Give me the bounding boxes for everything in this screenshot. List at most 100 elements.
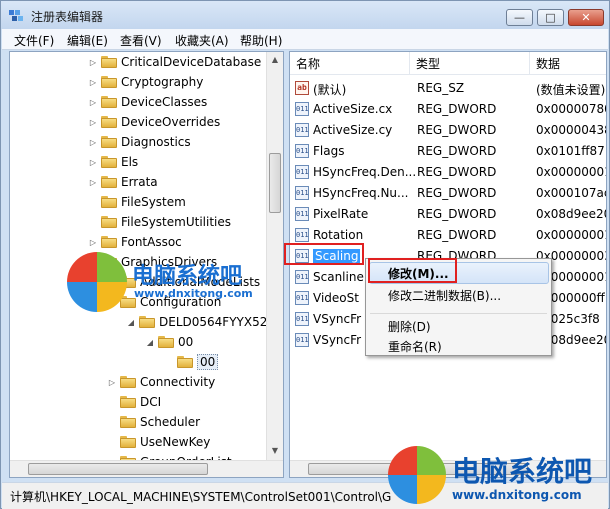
value-row[interactable]: 011 HSyncFreq.Nu... REG_DWORD 0x000107ac xyxy=(290,183,606,204)
tree-item[interactable]: ▷ FontAssoc xyxy=(88,232,182,252)
column-header-type[interactable]: 类型 xyxy=(410,52,530,74)
tree-item[interactable]: ◢ 00 xyxy=(145,332,193,352)
watermark-logo-icon xyxy=(67,252,127,312)
tree-item-label: UseNewKey xyxy=(140,435,211,449)
value-data: 0x08d9ee20 xyxy=(536,207,607,221)
tree-item[interactable]: ▷ Diagnostics xyxy=(88,132,191,152)
value-row[interactable]: 011 ActiveSize.cx REG_DWORD 0x00000780 xyxy=(290,99,606,120)
tree-expander-icon[interactable]: ◢ xyxy=(126,318,136,327)
dword-value-icon: 011 xyxy=(295,207,309,221)
value-type: REG_DWORD xyxy=(417,123,497,137)
minimize-button[interactable]: — xyxy=(506,9,533,26)
tree-expander-icon[interactable]: ▷ xyxy=(88,158,98,167)
value-row[interactable]: 011 PixelRate REG_DWORD 0x08d9ee20 xyxy=(290,204,606,225)
value-row[interactable]: 011 ActiveSize.cy REG_DWORD 0x00000438 xyxy=(290,120,606,141)
value-name: ActiveSize.cx xyxy=(313,102,393,116)
tree-item-label: Connectivity xyxy=(140,375,216,389)
tree-scroll-thumb[interactable] xyxy=(269,153,281,213)
tree-item[interactable]: ▷ CriticalDeviceDatabase xyxy=(88,52,261,72)
menu-edit[interactable]: 编辑(E) xyxy=(67,32,108,49)
tree-expander-icon[interactable]: ▷ xyxy=(88,178,98,187)
watermark-name: 电脑系统吧 xyxy=(132,264,243,289)
minimize-icon: — xyxy=(514,11,525,24)
value-type: REG_DWORD xyxy=(417,165,497,179)
tree-item[interactable]: ▷ DeviceClasses xyxy=(88,92,207,112)
menu-view[interactable]: 查看(V) xyxy=(120,32,162,49)
tree-item[interactable]: UseNewKey xyxy=(107,432,210,452)
tree-item-label: Errata xyxy=(121,175,158,189)
value-data: 0x00000780 xyxy=(536,102,607,116)
scroll-up-arrow-icon[interactable]: ▲ xyxy=(269,53,281,67)
tree-item[interactable]: ▷ Els xyxy=(88,152,138,172)
dword-value-icon: 011 xyxy=(295,270,309,284)
value-name: VSyncFr xyxy=(313,312,362,326)
tree-hscroll-thumb[interactable] xyxy=(28,463,208,475)
value-type: REG_DWORD xyxy=(417,144,497,158)
title-bar[interactable]: 注册表编辑器 — □ ✕ xyxy=(1,1,609,29)
watermark-name: 电脑系统吧 xyxy=(452,455,593,488)
value-type: REG_DWORD xyxy=(417,102,497,116)
value-name: Rotation xyxy=(313,228,364,242)
folder-icon xyxy=(101,136,117,148)
tree-expander-icon[interactable]: ▷ xyxy=(88,58,98,67)
tree-item-label: FontAssoc xyxy=(121,235,182,249)
folder-icon xyxy=(158,336,174,348)
tree-expander-icon[interactable]: ▷ xyxy=(88,118,98,127)
tree-expander-icon[interactable]: ▷ xyxy=(88,238,98,247)
tree-expander-icon[interactable]: ▷ xyxy=(88,98,98,107)
tree-item[interactable]: FileSystem xyxy=(88,192,186,212)
value-data: 0x000107ac xyxy=(536,186,607,200)
value-name: Flags xyxy=(313,144,345,158)
value-row[interactable]: 011 HSyncFreq.Den... REG_DWORD 0x00000001 xyxy=(290,162,606,183)
value-type: REG_SZ xyxy=(417,81,465,95)
menu-help[interactable]: 帮助(H) xyxy=(240,32,282,49)
context-menu-rename[interactable]: 重命名(R) xyxy=(388,338,442,355)
value-row[interactable]: ab (默认) REG_SZ (数值未设置) xyxy=(290,78,606,99)
value-data: 0x00000001 xyxy=(536,165,607,179)
folder-icon xyxy=(177,356,193,368)
tree-item[interactable]: ▷ Cryptography xyxy=(88,72,203,92)
tree-item[interactable]: DCI xyxy=(107,392,161,412)
tree-item-label: CriticalDeviceDatabase xyxy=(121,55,262,69)
value-row[interactable]: 011 Flags REG_DWORD 0x0101ff87 xyxy=(290,141,606,162)
tree-item-label: DELD0564FYYX52 xyxy=(159,315,268,329)
dword-value-icon: 011 xyxy=(295,333,309,347)
folder-icon xyxy=(101,116,117,128)
folder-icon xyxy=(101,216,117,228)
tree-item[interactable]: ▷ Errata xyxy=(88,172,158,192)
registry-editor-icon xyxy=(9,10,23,21)
column-header-data[interactable]: 数据 xyxy=(530,52,606,74)
menu-file[interactable]: 文件(F) xyxy=(14,32,54,49)
value-data: 0x00000001 xyxy=(536,228,607,242)
watermark-url: www.dnxitong.com xyxy=(452,488,582,502)
tree-vertical-scrollbar[interactable]: ▲ ▼ xyxy=(266,52,283,460)
tree-expander-icon[interactable]: ▷ xyxy=(107,378,117,387)
tree-item[interactable]: ▷ Connectivity xyxy=(107,372,215,392)
maximize-button[interactable]: □ xyxy=(537,9,564,26)
header-divider xyxy=(290,74,606,75)
tree-expander-icon[interactable]: ▷ xyxy=(88,138,98,147)
tree-item[interactable]: 00 xyxy=(164,352,219,372)
value-name: HSyncFreq.Nu... xyxy=(313,186,409,200)
folder-icon xyxy=(120,396,136,408)
tree-item-label: 00 xyxy=(178,335,194,349)
tree-expander-icon[interactable]: ◢ xyxy=(145,338,155,347)
context-menu-delete[interactable]: 删除(D) xyxy=(388,318,431,335)
value-name: HSyncFreq.Den... xyxy=(313,165,417,179)
dword-value-icon: 011 xyxy=(295,312,309,326)
tree-item[interactable]: ◢ DELD0564FYYX52 xyxy=(126,312,267,332)
tree-item[interactable]: FileSystemUtilities xyxy=(88,212,231,232)
tree-item[interactable]: ▷ DeviceOverrides xyxy=(88,112,220,132)
menu-favorites[interactable]: 收藏夹(A) xyxy=(175,32,229,49)
tree-item[interactable]: Scheduler xyxy=(107,412,200,432)
tree-horizontal-scrollbar[interactable] xyxy=(10,460,283,477)
close-button[interactable]: ✕ xyxy=(568,9,604,26)
tree-item-label: 00 xyxy=(197,354,219,370)
scroll-down-arrow-icon[interactable]: ▼ xyxy=(269,444,281,458)
tree-item-label: Els xyxy=(121,155,139,169)
value-data: 0x00000438 xyxy=(536,123,607,137)
column-header-name[interactable]: 名称 xyxy=(290,52,410,74)
tree-expander-icon[interactable]: ▷ xyxy=(88,78,98,87)
watermark-url: www.dnxitong.com xyxy=(134,287,253,300)
context-menu-modify-binary[interactable]: 修改二进制数据(B)... xyxy=(388,287,501,304)
